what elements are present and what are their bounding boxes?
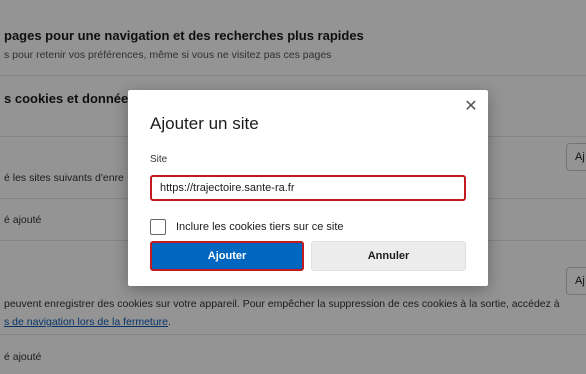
- site-input[interactable]: [152, 177, 464, 199]
- add-button[interactable]: Ajouter: [150, 241, 304, 271]
- third-party-cookies-label: Inclure les cookies tiers sur ce site: [176, 221, 344, 233]
- add-site-dialog: Ajouter un site ✕ Site Inclure les cooki…: [128, 90, 488, 286]
- dialog-title: Ajouter un site: [150, 114, 259, 133]
- cancel-button[interactable]: Annuler: [311, 241, 466, 271]
- close-icon[interactable]: ✕: [460, 96, 482, 118]
- third-party-cookies-checkbox[interactable]: [150, 219, 166, 235]
- site-input-wrapper: [150, 175, 466, 201]
- site-field-label: Site: [150, 154, 168, 165]
